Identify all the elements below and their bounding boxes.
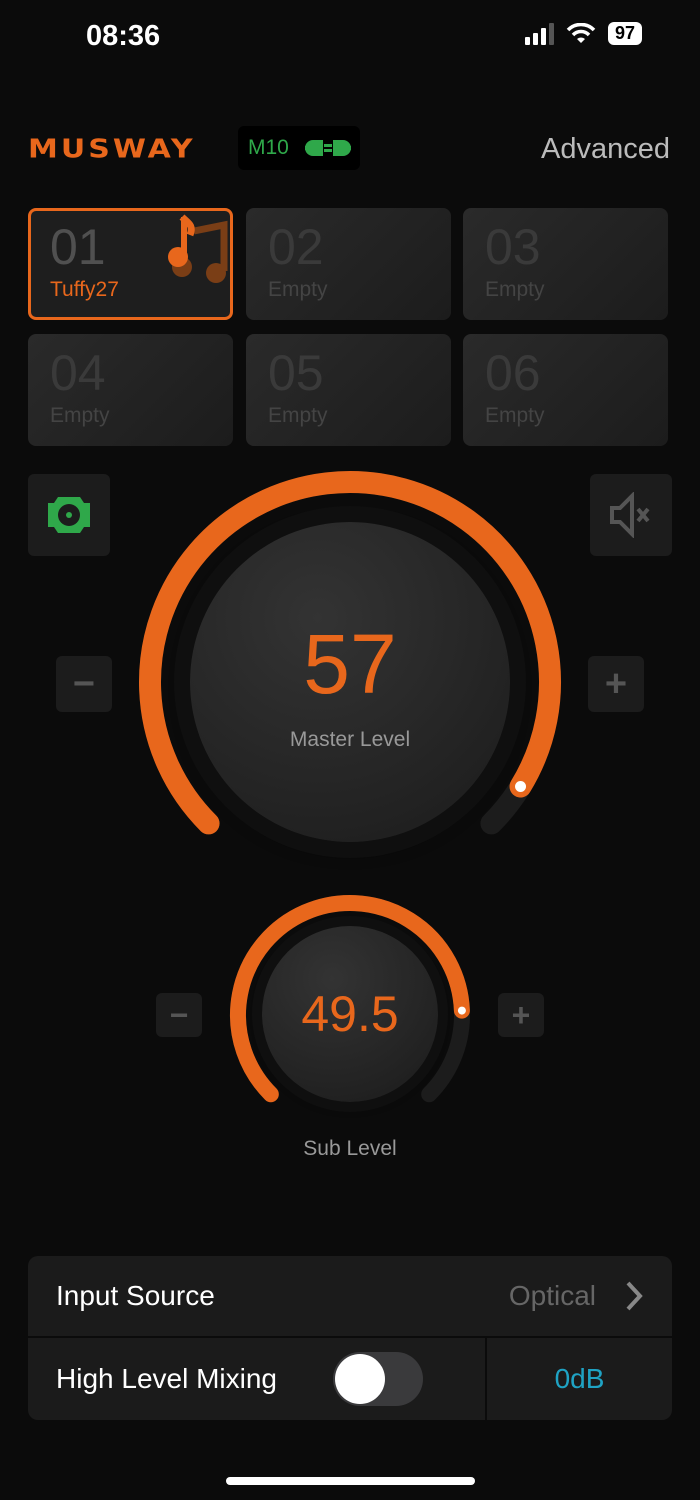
sub-level-label: Sub Level	[303, 1137, 397, 1160]
mixing-label: High Level Mixing	[56, 1363, 277, 1394]
sub-level-value: 49.5	[301, 986, 399, 1042]
sub-increase-button[interactable]: +	[498, 993, 544, 1037]
sub-decrease-button[interactable]: −	[156, 993, 202, 1037]
input-source-label: Input Source	[56, 1280, 215, 1311]
input-source-row[interactable]: Input Source Optical	[28, 1256, 672, 1338]
master-level-value: 57	[303, 617, 397, 711]
home-indicator	[226, 1477, 475, 1485]
mixing-gain-button[interactable]: 0dB	[485, 1338, 672, 1420]
settings-panel: Input Source Optical High Level Mixing 0…	[28, 1256, 672, 1420]
master-dial-handle	[515, 780, 527, 792]
master-level-label: Master Level	[289, 728, 411, 751]
sub-level-knob[interactable]: 49.5	[262, 926, 438, 1102]
sub-dial-handle	[457, 1006, 466, 1015]
mixing-toggle[interactable]	[333, 1352, 423, 1406]
input-source-value: Optical	[508, 1280, 596, 1311]
master-level-knob[interactable]: 57 Master Level	[190, 522, 510, 842]
chevron-right-icon	[626, 1281, 643, 1311]
